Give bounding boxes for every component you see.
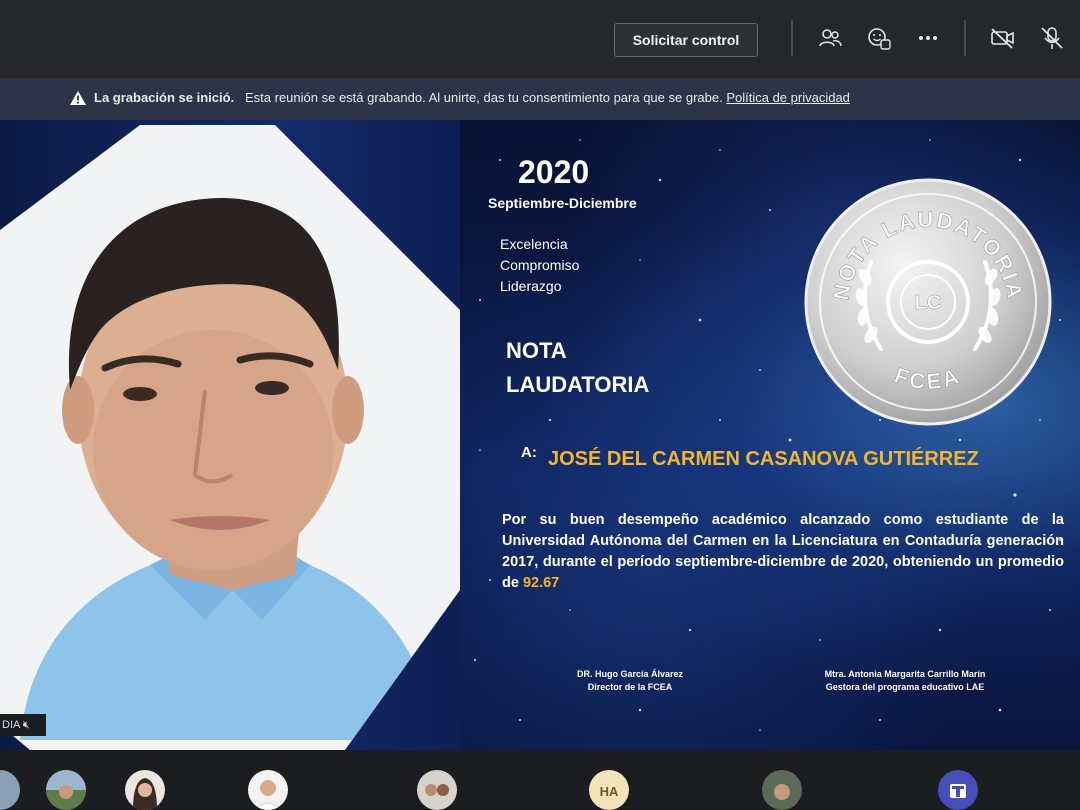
- toolbar-divider: [964, 20, 966, 56]
- value-item: Excelencia: [500, 236, 568, 252]
- grade-average: 92.67: [522, 575, 560, 591]
- avatar-photo: [253, 780, 283, 810]
- participant-avatar[interactable]: [938, 770, 978, 810]
- participants-icon[interactable]: [816, 24, 844, 52]
- participant-avatar[interactable]: [46, 770, 86, 810]
- signature-left: DR. Hugo García Álvarez Director de la F…: [550, 668, 710, 694]
- seal-center-text: LC: [915, 292, 942, 314]
- participant-avatar[interactable]: [762, 770, 802, 810]
- avatar-photo: [774, 784, 790, 800]
- participant-name-tag: DIA 🔇︎: [0, 714, 46, 736]
- muted-mic-icon: 🔇︎: [22, 719, 30, 731]
- certificate-body: Por su buen desempeño académico alcanzad…: [502, 510, 1064, 594]
- participant-name-label: DIA: [2, 719, 20, 731]
- certificate-title: NOTA LAUDATORIA: [506, 334, 649, 402]
- values-list: Excelencia Compromiso Liderazgo: [500, 234, 579, 297]
- recording-text: Esta reunión se está grabando. Al unirte…: [245, 90, 723, 105]
- participant-strip: HA: [0, 750, 1080, 810]
- certificate-body-text: Por su buen desempeño académico alcanzad…: [502, 512, 1064, 591]
- shared-screen-stage: DIA 🔇︎ 2020 Septiembre-Diciembre Excelen…: [0, 120, 1080, 750]
- more-options-icon[interactable]: [914, 24, 942, 52]
- toolbar-divider: [791, 20, 793, 56]
- reactions-icon[interactable]: [865, 24, 893, 52]
- signer-role: Gestora del programa educativo LAE: [825, 682, 985, 692]
- participant-avatar[interactable]: [417, 770, 457, 810]
- value-item: Compromiso: [500, 257, 580, 273]
- avatar-photo: [46, 770, 86, 810]
- certificate-period: Septiembre-Diciembre: [488, 195, 637, 211]
- certificate-slide: 2020 Septiembre-Diciembre Excelencia Com…: [460, 120, 1080, 750]
- signer-name: Mtra. Antonia Margarita Carrillo Marín: [824, 669, 986, 679]
- signer-role: Director de la FCEA: [587, 682, 673, 692]
- recipient-prefix: A:: [521, 444, 537, 461]
- portrait-photo: [0, 125, 460, 750]
- recording-banner: La grabación se inició. Esta reunión se …: [0, 78, 1080, 120]
- title-line: LAUDATORIA: [506, 372, 650, 397]
- camera-off-icon[interactable]: [989, 24, 1017, 52]
- recording-title: La grabación se inició.: [94, 90, 235, 105]
- signer-name: DR. Hugo García Álvarez: [576, 669, 684, 679]
- teams-icon: [950, 784, 966, 798]
- participant-video: DIA 🔇︎: [0, 120, 460, 750]
- value-item: Liderazgo: [500, 278, 562, 294]
- certificate-year: 2020: [518, 154, 590, 190]
- recipient-name: JOSÉ DEL CARMEN CASANOVA GUTIÉRREZ: [548, 448, 979, 470]
- title-line: NOTA: [506, 338, 567, 363]
- avatar-photo: [133, 778, 157, 810]
- mic-off-icon[interactable]: [1038, 24, 1066, 52]
- participant-avatar[interactable]: [125, 770, 165, 810]
- avatar-photo: [425, 784, 449, 796]
- participant-avatar-initials[interactable]: HA: [589, 770, 629, 810]
- participant-avatar[interactable]: [0, 770, 20, 810]
- signature-right: Mtra. Antonia Margarita Carrillo Marín G…: [805, 668, 1005, 694]
- recording-message: La grabación se inició. Esta reunión se …: [94, 90, 850, 105]
- request-control-button[interactable]: Solicitar control: [614, 23, 758, 57]
- privacy-policy-link[interactable]: Política de privacidad: [726, 90, 850, 105]
- participant-avatar[interactable]: [248, 770, 288, 810]
- nota-laudatoria-seal: NOTA LAUDATORIA LC FCEA: [804, 178, 1052, 426]
- meeting-toolbar: Solicitar control: [0, 0, 1080, 78]
- warning-icon: [70, 91, 86, 105]
